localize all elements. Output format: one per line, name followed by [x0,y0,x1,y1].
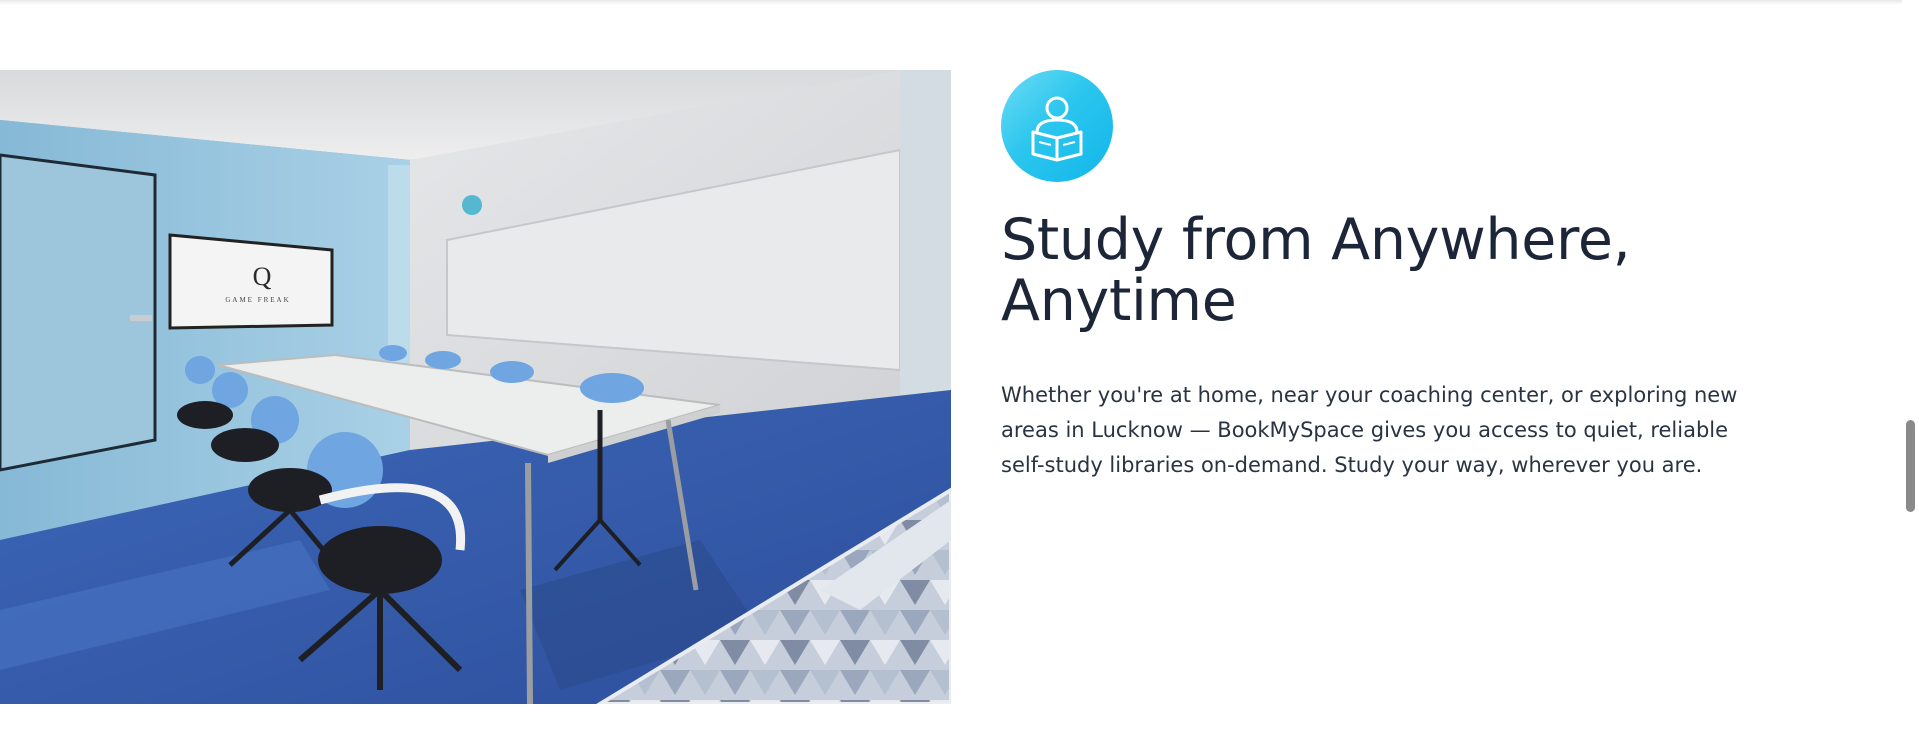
page-scrollbar[interactable] [1902,0,1919,744]
svg-text:Q: Q [253,262,272,291]
tv-brand-text: GAME FREAK [225,296,290,304]
scrollbar-thumb[interactable] [1906,420,1915,512]
header-shadow [0,0,1902,5]
section-description: Whether you're at home, near your coachi… [1001,383,1738,477]
feature-content: Study from Anywhere, Anytime Whether you… [1001,70,1761,483]
meeting-room-photo: Q GAME FREAK [0,70,951,704]
section-heading: Study from Anywhere, Anytime [1001,207,1631,334]
reading-person-icon [1001,70,1113,182]
